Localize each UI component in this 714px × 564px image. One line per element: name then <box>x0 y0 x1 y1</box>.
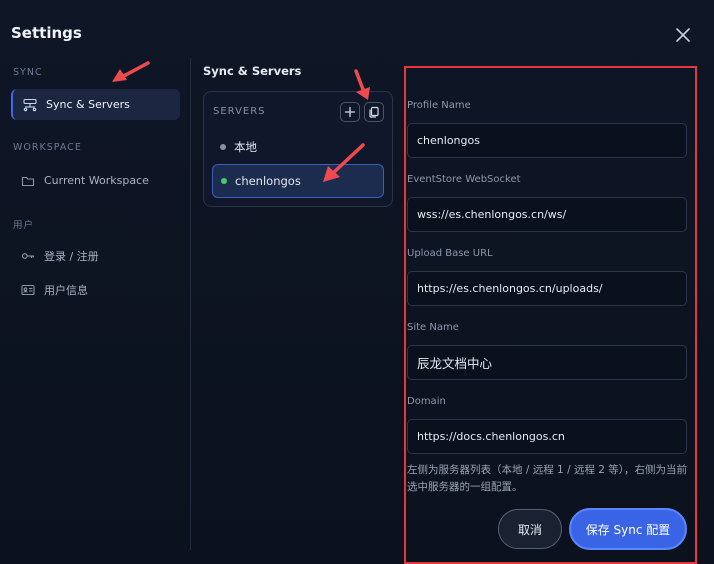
settings-window: Settings SYNC Sync & Servers WORKSPACE C… <box>0 0 714 564</box>
folder-icon <box>21 174 35 188</box>
section-label-user: 用户 <box>13 220 35 231</box>
window-title: Settings <box>11 24 82 42</box>
add-server-button[interactable] <box>340 102 360 122</box>
websocket-input[interactable] <box>407 197 687 232</box>
server-item-label: 本地 <box>234 140 257 154</box>
site-name-input[interactable] <box>407 345 687 380</box>
sidebar-item-label: Current Workspace <box>44 174 149 187</box>
upload-url-label: Upload Base URL <box>407 248 493 259</box>
sync-servers-icon <box>23 98 37 112</box>
servers-label: SERVERS <box>213 106 266 117</box>
profile-name-input[interactable] <box>407 123 687 158</box>
cancel-button[interactable]: 取消 <box>498 509 562 549</box>
domain-input[interactable] <box>407 419 687 454</box>
sidebar-divider <box>190 58 191 550</box>
site-name-label: Site Name <box>407 322 459 333</box>
save-sync-config-button[interactable]: 保存 Sync 配置 <box>569 508 687 550</box>
servers-column-title: Sync & Servers <box>203 64 302 78</box>
annotation-arrow-icon <box>112 61 150 82</box>
copy-icon <box>369 106 379 118</box>
domain-label: Domain <box>407 396 446 407</box>
settings-sidebar: SYNC Sync & Servers WORKSPACE Current Wo… <box>0 58 190 564</box>
id-card-icon <box>21 283 35 297</box>
profile-name-label: Profile Name <box>407 100 471 111</box>
annotation-arrow-icon <box>354 69 370 100</box>
close-button[interactable] <box>672 24 694 46</box>
close-icon <box>676 28 690 42</box>
sidebar-item-label: 用户信息 <box>44 283 88 297</box>
section-label-workspace: WORKSPACE <box>13 142 82 153</box>
upload-url-input[interactable] <box>407 271 687 306</box>
copy-server-button[interactable] <box>364 102 384 122</box>
status-dot <box>221 178 227 184</box>
plus-icon <box>344 106 356 118</box>
sidebar-item-user-info[interactable]: 用户信息 <box>11 274 180 305</box>
section-label-sync: SYNC <box>13 67 43 78</box>
sidebar-item-login[interactable]: 登录 / 注册 <box>11 240 180 271</box>
status-dot <box>220 144 226 150</box>
sidebar-item-sync-servers[interactable]: Sync & Servers <box>11 89 180 120</box>
server-item-label: chenlongos <box>235 174 301 188</box>
sidebar-item-label: Sync & Servers <box>46 98 130 111</box>
websocket-label: EventStore WebSocket <box>407 174 521 185</box>
key-icon <box>21 249 35 263</box>
form-hint-text: 左侧为服务器列表（本地 / 远程 1 / 远程 2 等），右侧为当前选中服务器的… <box>407 464 688 493</box>
sidebar-item-current-workspace[interactable]: Current Workspace <box>11 165 180 196</box>
annotation-arrow-icon <box>323 143 365 182</box>
sidebar-item-label: 登录 / 注册 <box>44 249 99 263</box>
